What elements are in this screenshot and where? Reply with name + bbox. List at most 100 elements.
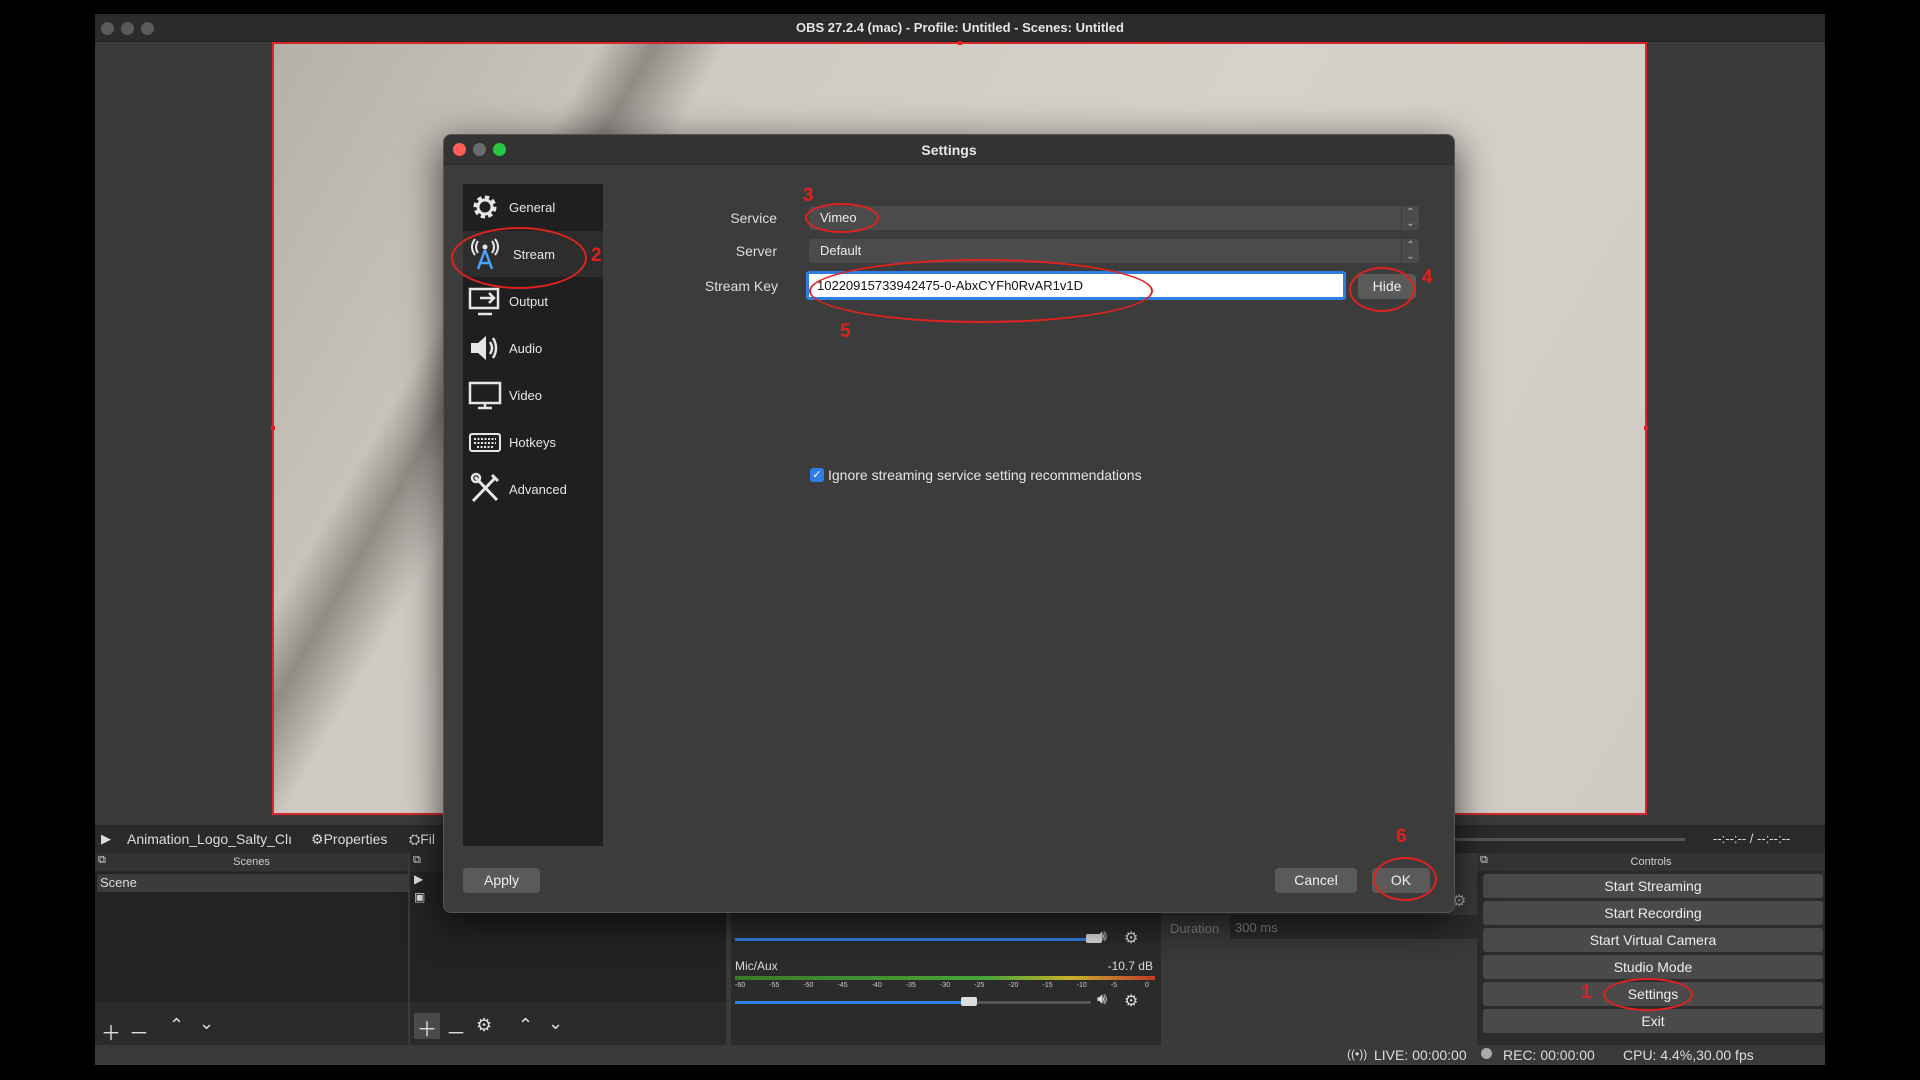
service-select[interactable]: Vimeo ⌃ ⌄ — [809, 206, 1419, 230]
gear-icon — [473, 195, 497, 219]
nav-item-label: Hotkeys — [509, 435, 556, 450]
meter-tick-label: -10 — [1076, 982, 1087, 989]
volume-slider[interactable] — [735, 1001, 967, 1004]
meter-tick-label: -5 — [1110, 982, 1118, 989]
window-title: OBS 27.2.4 (mac) - Profile: Untitled - S… — [796, 20, 1124, 35]
window-titlebar: OBS 27.2.4 (mac) - Profile: Untitled - S… — [95, 14, 1825, 42]
studio-mode-button[interactable]: Studio Mode — [1483, 955, 1823, 979]
start-virtual-camera-button[interactable]: Start Virtual Camera — [1483, 928, 1823, 952]
undock-icon[interactable]: ⧉ — [413, 854, 421, 867]
start-recording-button[interactable]: Start Recording — [1483, 901, 1823, 925]
settings-titlebar: Settings — [444, 135, 1454, 165]
annotation-number: 2 — [591, 245, 602, 266]
updown-arrows-icon: ⌃ ⌄ — [1401, 239, 1419, 263]
media-time-display: --:--:-- / --:--:-- — [1713, 831, 1791, 846]
server-label: Server — [735, 243, 777, 259]
server-select[interactable]: Default ⌃ ⌄ — [809, 239, 1419, 263]
exit-button[interactable]: Exit — [1483, 1009, 1823, 1033]
resize-handle[interactable] — [271, 426, 275, 430]
service-label: Service — [730, 210, 777, 226]
tools-icon — [470, 472, 500, 503]
scenes-dock: Scenes ⧉ Scene ＋ － ⌃ ⌄ — [95, 853, 408, 1045]
live-indicator-icon: ((•)) — [1347, 1047, 1368, 1061]
ignore-recommendations-label: Ignore streaming service setting recomme… — [828, 467, 1142, 483]
move-down-button[interactable]: ⌄ — [548, 1013, 563, 1034]
settings-title: Settings — [921, 142, 977, 158]
undock-icon[interactable]: ⧉ — [98, 854, 106, 867]
duration-spinbox[interactable]: 300 ms — [1230, 915, 1482, 939]
nav-item-label: Output — [509, 294, 549, 309]
camera-icon: ▣ — [414, 890, 426, 904]
remove-scene-button[interactable]: － — [129, 1017, 149, 1046]
filters-button[interactable]: ⛭Fil — [409, 831, 435, 848]
undock-icon[interactable]: ⧉ — [1480, 854, 1488, 867]
meter-tick-label: -60 — [735, 982, 746, 989]
nav-item-audio[interactable]: Audio — [463, 325, 603, 371]
gear-icon[interactable]: ⚙ — [476, 1015, 492, 1036]
source-name: Animation_Logo_Salty_Clı — [127, 831, 292, 847]
annotation-number: 5 — [840, 321, 851, 342]
speaker-icon[interactable]: 🔊︎ — [1097, 928, 1107, 946]
annotation-number: 4 — [1422, 267, 1433, 288]
cancel-button[interactable]: Cancel — [1275, 868, 1357, 893]
nav-item-advanced[interactable]: Advanced — [463, 466, 603, 512]
cpu-usage: CPU: 4.4%,30.00 fps — [1623, 1047, 1754, 1063]
nav-item-label: General — [509, 200, 556, 215]
speaker-icon — [471, 336, 498, 360]
resize-handle[interactable] — [1644, 426, 1648, 430]
start-streaming-button[interactable]: Start Streaming — [1483, 874, 1823, 898]
ignore-recommendations-checkbox[interactable]: ✓ — [810, 468, 824, 482]
meter-tick-label: -15 — [1042, 982, 1053, 989]
play-icon[interactable]: ▶ — [101, 831, 111, 847]
annotation-ring — [805, 203, 879, 233]
rec-indicator-icon — [1481, 1048, 1492, 1059]
nav-item-hotkeys[interactable]: Hotkeys — [463, 419, 603, 465]
audio-level-meter — [735, 976, 1155, 980]
annotation-number: 6 — [1396, 826, 1407, 847]
nav-item-label: Audio — [509, 341, 543, 356]
gear-icon[interactable]: ⚙ — [1124, 991, 1138, 1011]
list-item[interactable]: Scene — [97, 874, 408, 892]
meter-tick-label: -55 — [769, 982, 780, 989]
meter-tick-label: -40 — [871, 982, 882, 989]
annotation-ring — [1603, 978, 1693, 1011]
annotation-number: 1 — [1581, 982, 1592, 1003]
annotation-ring — [809, 259, 1153, 323]
nav-item-general[interactable]: General — [463, 184, 603, 230]
annotation-ring — [1373, 857, 1437, 901]
move-down-button[interactable]: ⌄ — [199, 1013, 214, 1034]
updown-arrows-icon: ⌃ ⌄ — [1401, 206, 1419, 230]
annotation-ring — [1349, 267, 1415, 312]
volume-slider-thumb[interactable] — [961, 997, 977, 1006]
meter-tick-label: -25 — [974, 982, 985, 989]
slider-remaining — [967, 1001, 1091, 1004]
resize-handle[interactable] — [958, 41, 962, 45]
move-up-button[interactable]: ⌃ — [169, 1015, 184, 1036]
controls-dock-title: Controls — [1477, 853, 1825, 871]
live-time: LIVE: 00:00:00 — [1374, 1047, 1467, 1063]
meter-tick-label: -30 — [940, 982, 951, 989]
duration-label: Duration — [1170, 921, 1220, 936]
speaker-icon[interactable]: 🔊︎ — [1097, 991, 1107, 1009]
meter-scale: -60 -55 -50 -45 -40 -35 -30 -25 -20 -15 -10 -5 0 — [735, 982, 1155, 992]
properties-button[interactable]: ⚙Properties — [311, 831, 387, 848]
annotation-ring — [451, 227, 587, 289]
remove-source-button[interactable]: － — [446, 1017, 466, 1046]
move-up-button[interactable]: ⌃ — [518, 1015, 533, 1036]
gear-icon[interactable]: ⚙ — [1124, 928, 1138, 948]
apply-button[interactable]: Apply — [463, 868, 540, 893]
rec-time: REC: 00:00:00 — [1503, 1047, 1595, 1063]
settings-dialog: Settings General Stream Output Audio Vid… — [443, 134, 1455, 913]
annotation-number: 3 — [803, 185, 814, 206]
volume-slider[interactable] — [735, 938, 1091, 941]
stream-key-label: Stream Key — [704, 278, 778, 294]
add-scene-button[interactable]: ＋ — [101, 1017, 121, 1046]
meter-tick-label: 0 — [1145, 982, 1149, 989]
controls-dock: Controls ⧉ Start Streaming Start Recordi… — [1477, 853, 1825, 1045]
mixer-channel-level: -10.7 dB — [1107, 959, 1153, 973]
gear-icon: ⚙ — [311, 831, 324, 847]
output-icon — [468, 287, 500, 316]
meter-tick-label: -45 — [837, 982, 848, 989]
nav-item-video[interactable]: Video — [463, 372, 603, 418]
add-source-button[interactable]: ＋ — [414, 1013, 440, 1041]
